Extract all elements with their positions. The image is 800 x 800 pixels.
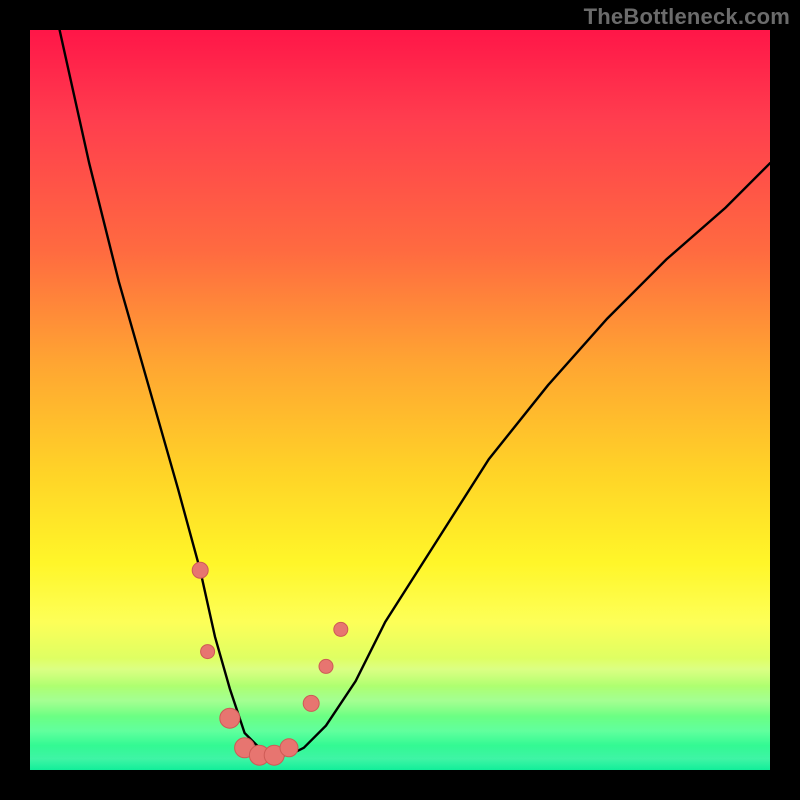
chart-type: line [0, 0, 1, 1]
curve-marker [192, 562, 208, 578]
bottleneck-curve [30, 30, 770, 770]
curve-marker [319, 659, 333, 673]
watermark-text: TheBottleneck.com [584, 4, 790, 30]
curve-markers [192, 562, 348, 765]
curve-marker [201, 645, 215, 659]
curve-marker [280, 739, 298, 757]
curve-path [30, 30, 770, 755]
chart-frame: TheBottleneck.com line [0, 0, 800, 800]
curve-marker [220, 708, 240, 728]
plot-area [30, 30, 770, 770]
curve-marker [334, 622, 348, 636]
curve-marker [303, 695, 319, 711]
